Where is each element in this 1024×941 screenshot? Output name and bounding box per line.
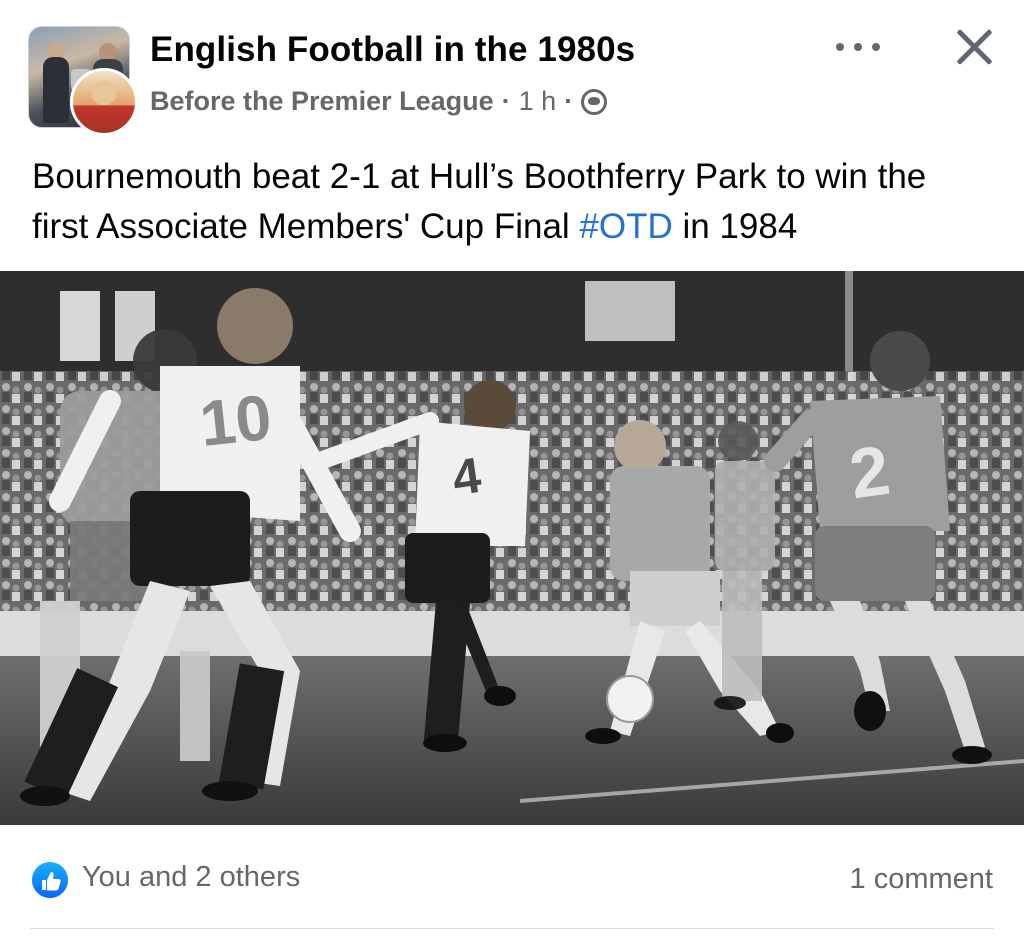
meta-separator: · xyxy=(501,86,511,116)
author-name-link[interactable]: Before the Premier League xyxy=(150,86,494,117)
reactions-count[interactable]: You and 2 others xyxy=(82,861,300,894)
post-timestamp[interactable]: 1 h xyxy=(519,86,557,117)
globe-icon[interactable] xyxy=(581,88,608,115)
post-text: Bournemouth beat 2-1 at Hull’s Boothferr… xyxy=(32,152,992,252)
comments-count[interactable]: 1 comment xyxy=(850,863,993,896)
author-avatar[interactable] xyxy=(70,68,138,136)
group-avatar[interactable] xyxy=(28,26,138,136)
hashtag-link[interactable]: #OTD xyxy=(579,207,672,246)
feed-post: English Football in the 1980s Before the… xyxy=(0,0,1024,941)
shirt-number-10: 10 xyxy=(196,381,274,460)
more-options-icon[interactable] xyxy=(836,40,880,54)
post-text-end: in 1984 xyxy=(672,207,798,246)
meta-separator: · xyxy=(564,86,574,116)
post-photo[interactable]: 10 4 2 xyxy=(0,271,1024,825)
group-name-link[interactable]: English Football in the 1980s xyxy=(150,30,635,70)
post-meta: Before the Premier League · 1 h · xyxy=(150,86,608,117)
like-icon[interactable] xyxy=(30,860,70,900)
close-icon[interactable] xyxy=(953,26,995,68)
divider xyxy=(30,928,994,929)
